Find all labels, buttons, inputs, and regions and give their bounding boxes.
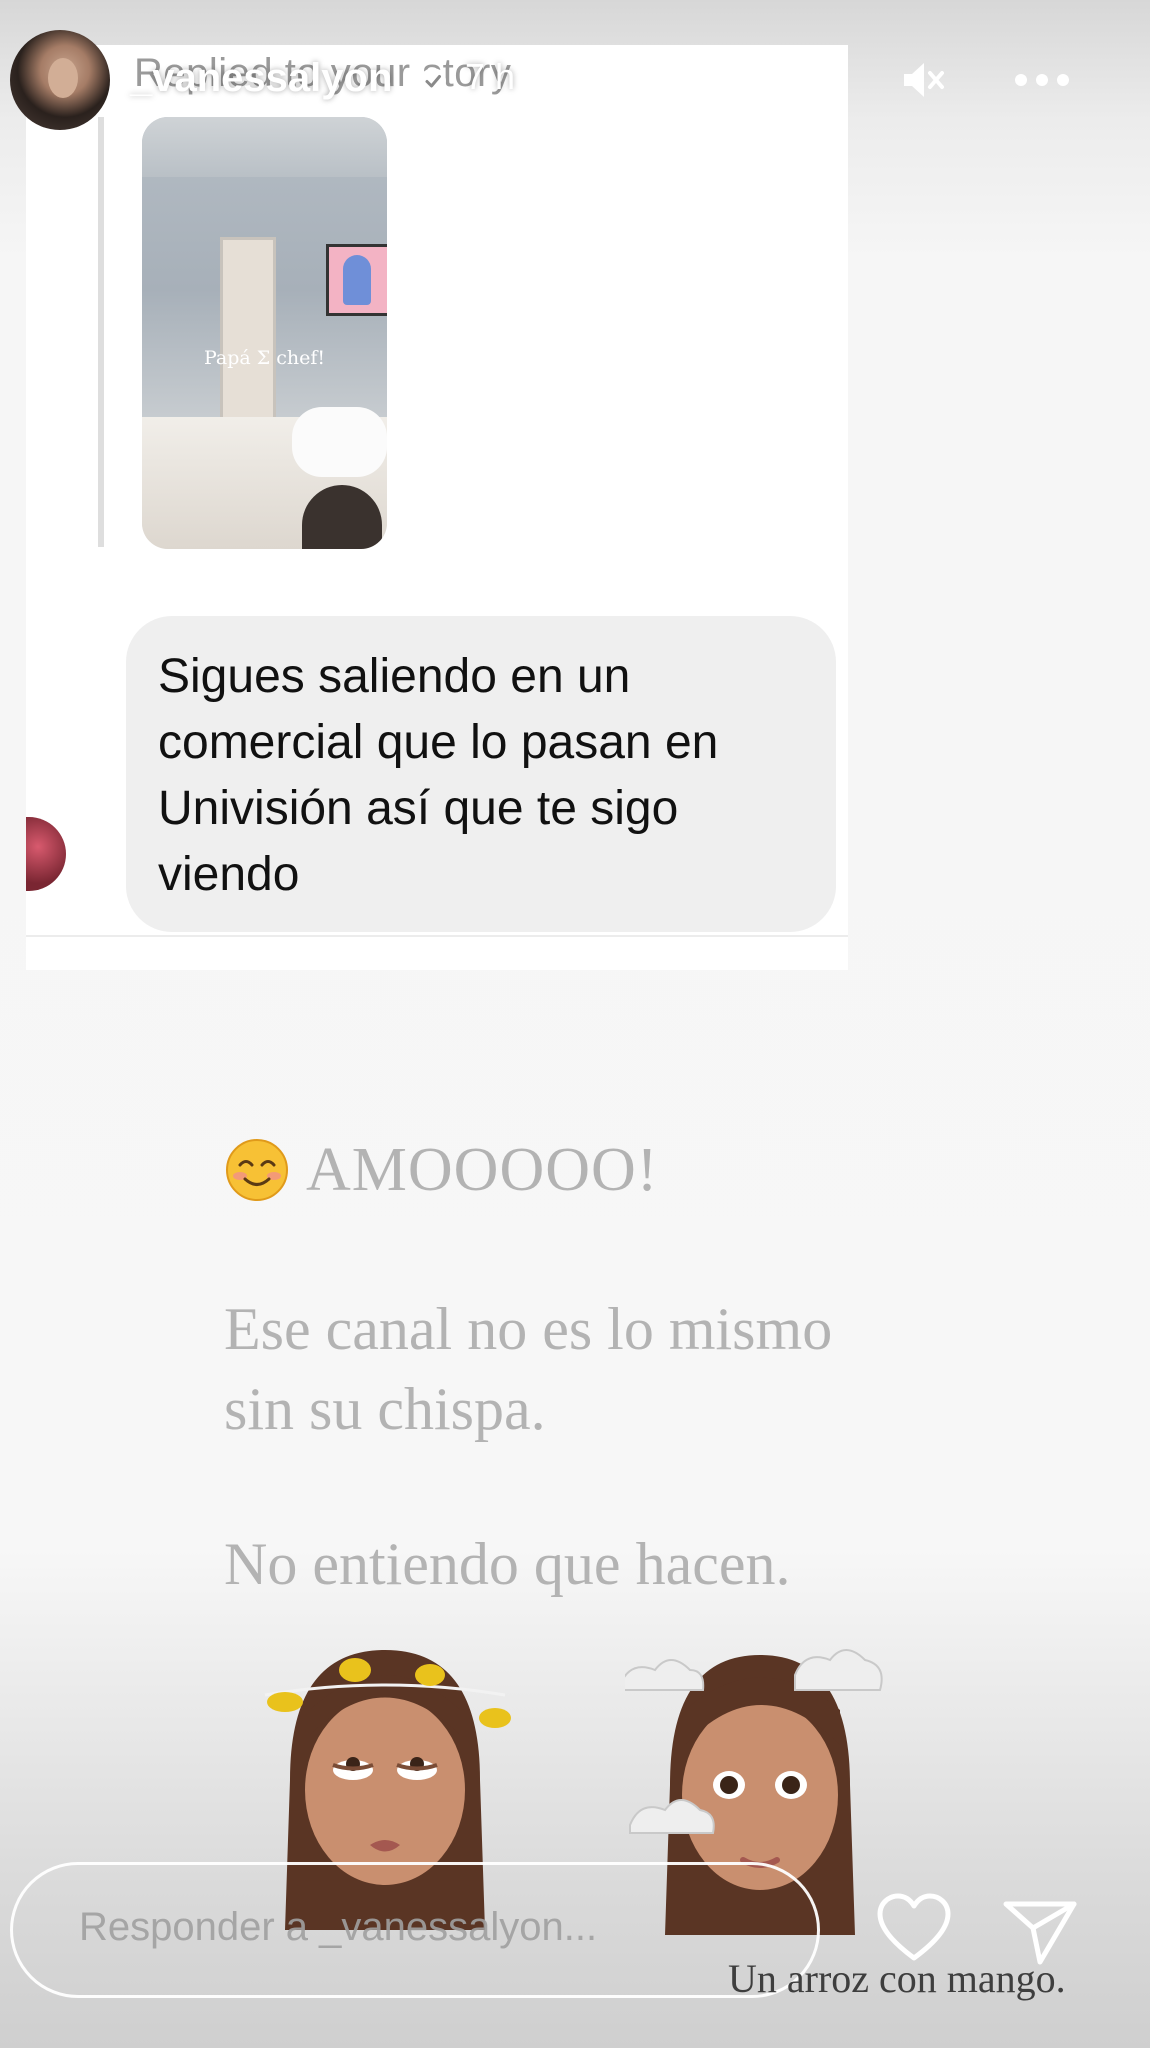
username[interactable]: _vanessalyon [130,56,392,101]
dm-screenshot: Replied to your story Papá Σ chef! Sigue… [26,45,848,970]
story-line-canal-1: Ese canal no es lo mismo [224,1296,833,1362]
play-icon[interactable] [800,56,848,104]
story-viewer: Replied to your story Papá Σ chef! Sigue… [0,0,1150,2048]
thumbnail-pillow [292,407,387,477]
thumbnail-tv [326,244,387,316]
story-line-canal-2: sin su chispa. [224,1376,546,1442]
quote-bar [98,117,104,547]
divider [26,935,848,937]
verified-badge-icon [420,68,446,94]
story-line-amo: AMOOOOO! [306,1136,659,1204]
thumbnail-door [220,237,276,423]
story-thumbnail: Papá Σ chef! [142,117,387,549]
post-time: 7 h [465,56,516,97]
story-line-entiendo: No entiendo que hacen. [224,1531,791,1597]
thumbnail-ceiling [142,117,387,177]
story-caption-bottom: Un arroz con mango. [728,1956,1066,2001]
reply-placeholder: Responder a _vanessalyon... [79,1905,598,1949]
profile-avatar[interactable] [10,30,110,130]
smiling-emoji [226,1139,288,1201]
message-bubble: Sigues saliendo en un comercial que lo p… [126,616,836,932]
message-text: Sigues saliendo en un comercial que lo p… [158,650,719,901]
thumbnail-caption: Papá Σ chef! [203,347,326,369]
more-icon[interactable] [1012,56,1072,104]
sender-avatar [26,817,66,891]
mute-icon[interactable] [900,56,948,104]
reply-input[interactable]: Responder a _vanessalyon... [10,1862,820,1998]
